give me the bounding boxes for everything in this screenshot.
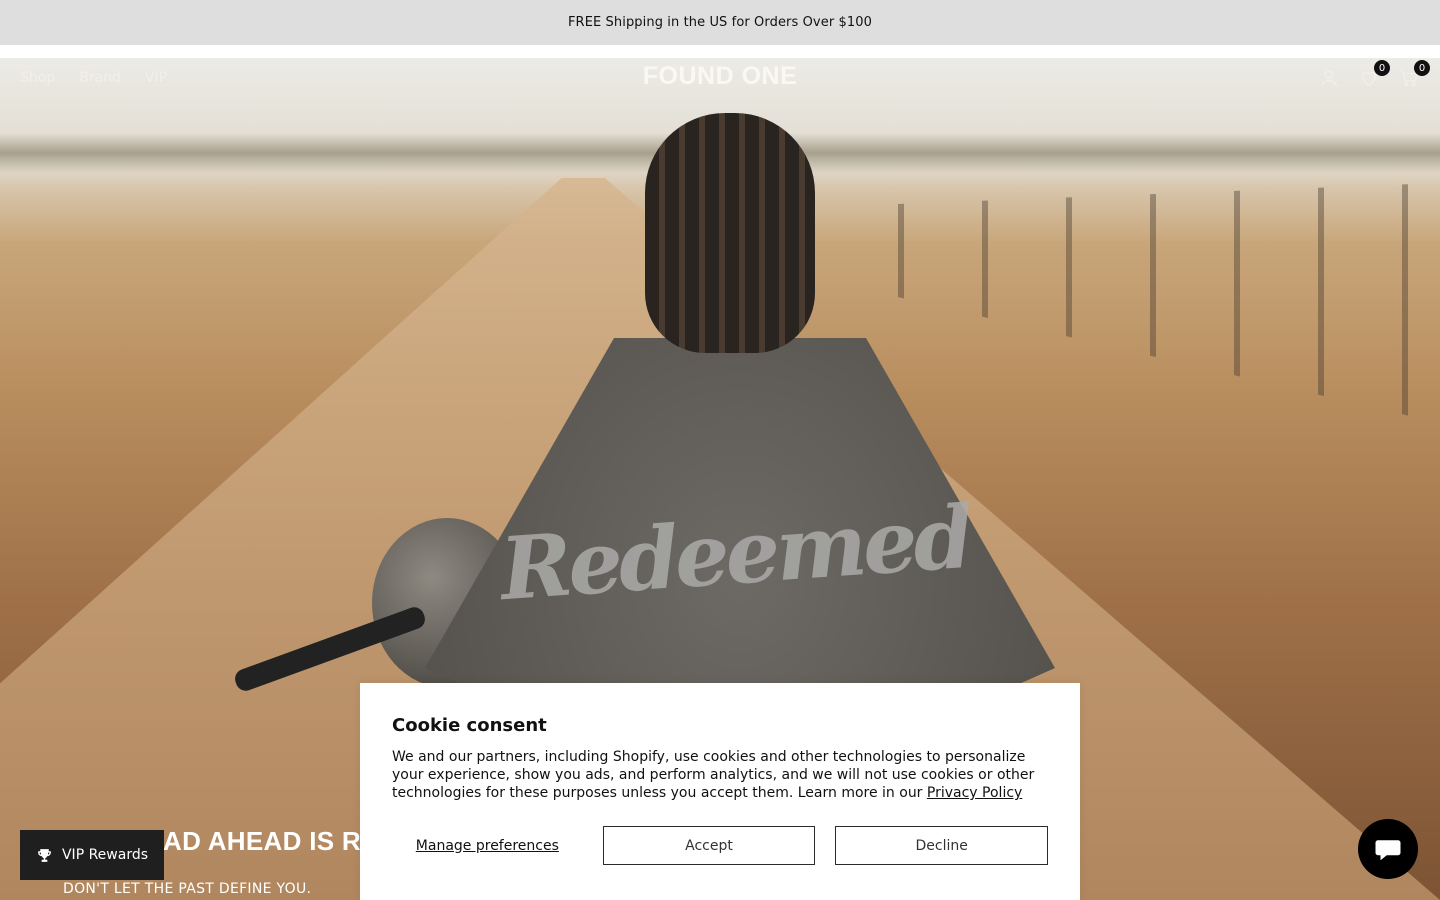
header-actions: 0 0 [1318, 60, 1430, 90]
wishlist-button[interactable]: 0 [1358, 60, 1390, 90]
decline-button[interactable]: Decline [835, 826, 1048, 865]
accept-button[interactable]: Accept [602, 826, 816, 865]
wishlist-count-badge: 0 [1374, 60, 1390, 76]
announcement-text: FREE Shipping in the US for Orders Over … [567, 15, 872, 30]
cookie-title: Cookie consent [392, 715, 547, 736]
cookie-consent-dialog: Cookie consent We and our partners, incl… [360, 683, 1080, 900]
cart-count-badge: 0 [1414, 60, 1430, 76]
cart-button[interactable]: 0 [1398, 60, 1430, 90]
cookie-body: We and our partners, including Shopify, … [392, 748, 1042, 802]
shirt-print: Redeemed [497, 486, 973, 620]
privacy-policy-link[interactable]: Privacy Policy [927, 785, 1022, 801]
vip-rewards-label: VIP Rewards [61, 847, 149, 863]
hero-fence [820, 183, 1440, 423]
trophy-icon [38, 848, 51, 862]
vip-rewards-button[interactable]: VIP Rewards [20, 830, 164, 880]
hero-head [645, 113, 815, 353]
announcement-bar: FREE Shipping in the US for Orders Over … [0, 0, 1440, 45]
hero-subheadline: DON'T LET THE PAST DEFINE YOU. [63, 881, 312, 897]
chat-button[interactable] [1358, 819, 1418, 879]
chat-icon [1375, 840, 1401, 861]
header-gap [0, 45, 1440, 58]
user-icon [1320, 69, 1338, 87]
account-button[interactable] [1318, 66, 1340, 90]
site-logo[interactable]: FOUND ONE [0, 62, 1440, 91]
manage-preferences-button[interactable]: Manage preferences [392, 826, 583, 865]
cookie-actions: Manage preferences Accept Decline [392, 826, 1048, 865]
